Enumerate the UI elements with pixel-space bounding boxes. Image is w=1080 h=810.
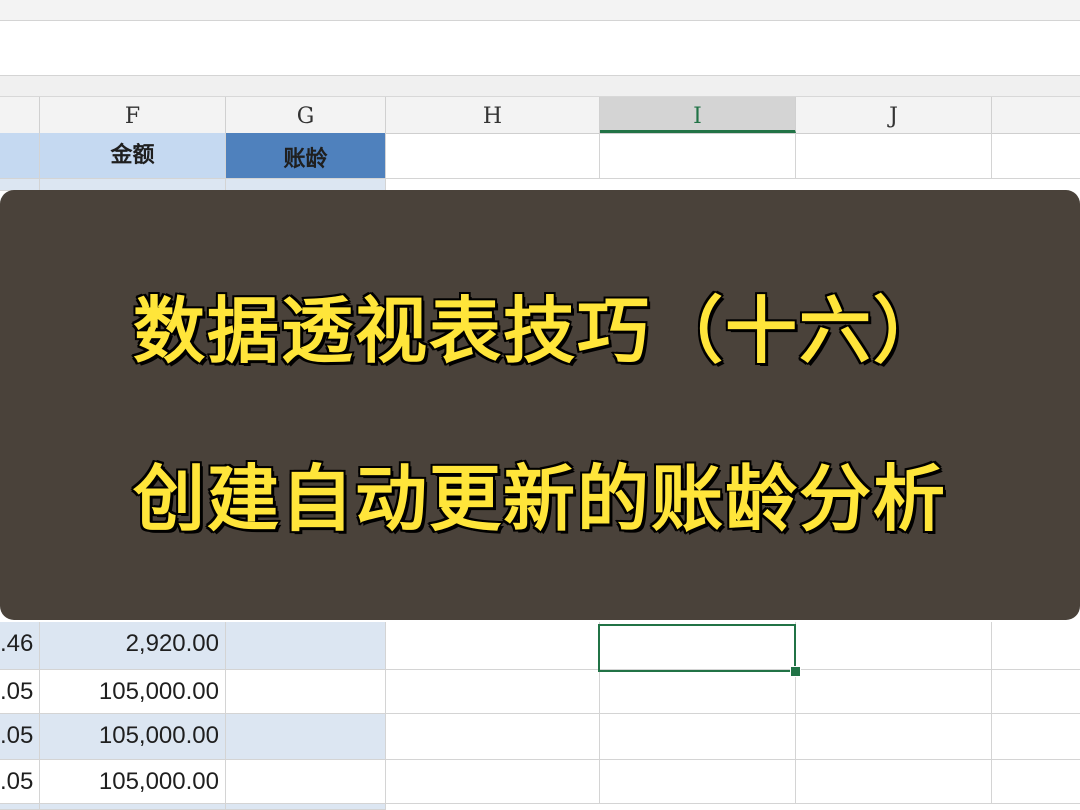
header-cell-e[interactable] xyxy=(0,133,40,179)
cell-k1[interactable] xyxy=(992,133,1080,179)
column-header-j[interactable]: J xyxy=(796,97,992,133)
cell-i1[interactable] xyxy=(600,133,796,179)
cell-amount-row3[interactable]: 105,000.00 xyxy=(40,714,226,760)
cell-e-row5[interactable] xyxy=(0,804,40,810)
cell-j1[interactable] xyxy=(796,133,992,179)
cell-e-row2[interactable]: .05 xyxy=(0,670,40,714)
cell-j-row1[interactable] xyxy=(796,622,992,670)
cell-e-row1[interactable]: .46 xyxy=(0,622,40,670)
cell-aging-row4[interactable] xyxy=(226,760,386,804)
header-cell-aging[interactable]: 账龄 xyxy=(226,133,386,179)
cell-e-row3[interactable]: .05 xyxy=(0,714,40,760)
cell-k-row4[interactable] xyxy=(992,760,1080,804)
cell-i-row2[interactable] xyxy=(600,670,796,714)
column-header-partial[interactable] xyxy=(0,97,40,133)
cell-aging-row2[interactable] xyxy=(226,670,386,714)
toolbar-gap xyxy=(0,76,1080,96)
column-header-i[interactable]: I xyxy=(600,97,796,133)
cell-h-row1[interactable] xyxy=(386,622,600,670)
title-overlay-banner: 数据透视表技巧（十六） 创建自动更新的账龄分析 xyxy=(0,190,1080,620)
overlay-title-line1: 数据透视表技巧（十六） xyxy=(131,288,947,375)
cell-j-row4[interactable] xyxy=(796,760,992,804)
column-header-f[interactable]: F xyxy=(40,97,226,133)
column-header-g[interactable]: G xyxy=(226,97,386,133)
cell-h-row2[interactable] xyxy=(386,670,600,714)
cell-amount-row2[interactable]: 105,000.00 xyxy=(40,670,226,714)
column-header-row: F G H I J xyxy=(0,96,1080,134)
cell-h-row4[interactable] xyxy=(386,760,600,804)
cell-j-row3[interactable] xyxy=(796,714,992,760)
cell-amount-row4[interactable]: 105,000.00 xyxy=(40,760,226,804)
cell-i-row4[interactable] xyxy=(600,760,796,804)
cell-aging-row5[interactable] xyxy=(226,804,386,810)
cell-e-row4[interactable]: .05 xyxy=(0,760,40,804)
fill-handle[interactable] xyxy=(790,666,801,677)
cell-aging-row1[interactable] xyxy=(226,622,386,670)
cell-h-row3[interactable] xyxy=(386,714,600,760)
cell-j-row2[interactable] xyxy=(796,670,992,714)
header-cell-amount[interactable]: 金额 xyxy=(40,133,226,179)
cell-amount-row5[interactable] xyxy=(40,804,226,810)
formula-bar[interactable] xyxy=(0,21,1080,76)
column-header-partial-right[interactable] xyxy=(992,97,1080,133)
column-header-h[interactable]: H xyxy=(386,97,600,133)
cell-i-row3[interactable] xyxy=(600,714,796,760)
cell-aging-row3[interactable] xyxy=(226,714,386,760)
active-cell-selection[interactable] xyxy=(598,624,796,672)
cell-k-row1[interactable] xyxy=(992,622,1080,670)
cell-k-row2[interactable] xyxy=(992,670,1080,714)
cell-amount-row1[interactable]: 2,920.00 xyxy=(40,622,226,670)
ribbon-strip xyxy=(0,0,1080,21)
cell-h1[interactable] xyxy=(386,133,600,179)
cell-k-row3[interactable] xyxy=(992,714,1080,760)
overlay-title-line2: 创建自动更新的账龄分析 xyxy=(131,456,947,543)
